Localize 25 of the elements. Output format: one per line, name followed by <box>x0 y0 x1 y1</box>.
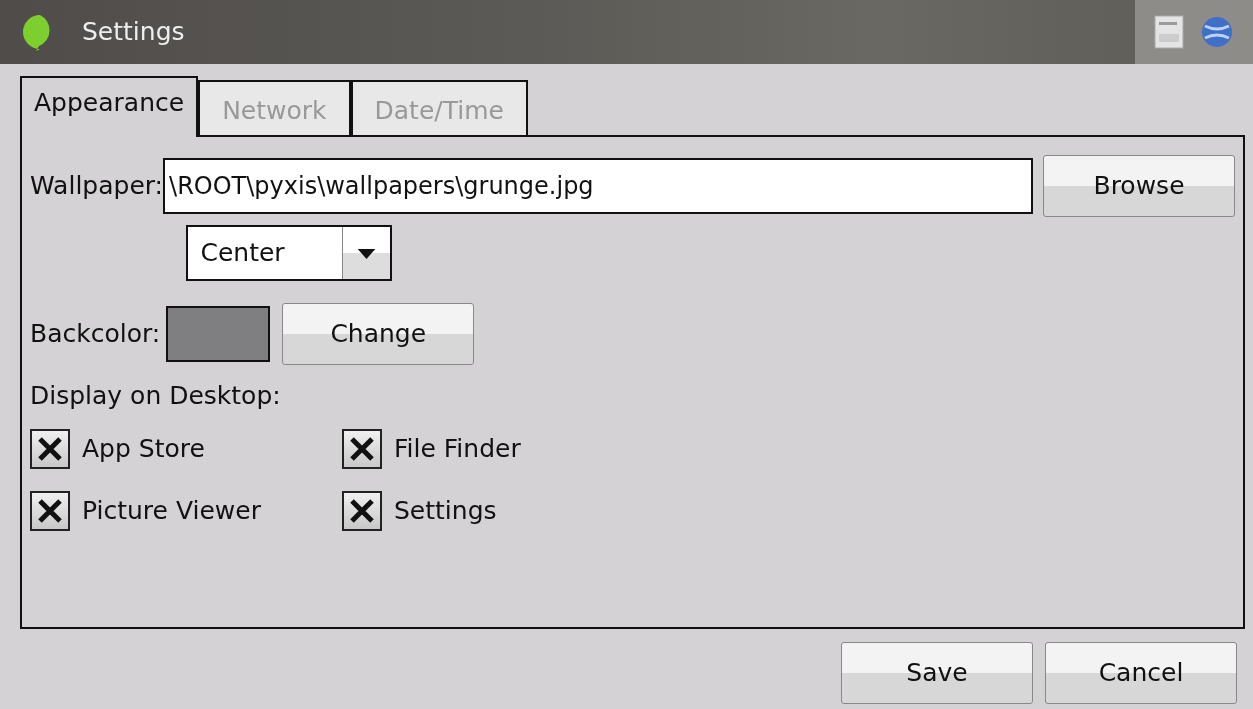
checkbox-label: App Store <box>82 432 205 465</box>
mode-dropdown[interactable]: Center <box>186 225 392 281</box>
save-button[interactable]: Save <box>841 642 1033 704</box>
checkbox[interactable] <box>342 490 382 531</box>
checkbox[interactable] <box>30 490 70 531</box>
cross-mark-icon <box>37 435 63 462</box>
checkbox-label: Settings <box>394 494 497 527</box>
globe-icon[interactable] <box>1199 14 1235 50</box>
cross-mark-icon <box>349 435 375 462</box>
cross-mark-icon <box>349 497 375 524</box>
field-label: Wallpaper: <box>30 170 164 203</box>
checkbox[interactable] <box>342 428 382 469</box>
checkbox-label: Picture Viewer <box>82 494 261 527</box>
field-label: Backcolor: <box>30 318 161 351</box>
section-label: Display on Desktop: <box>30 380 282 412</box>
cancel-button[interactable]: Cancel <box>1045 642 1237 704</box>
document-icon[interactable] <box>1153 12 1185 52</box>
checkbox-label: File Finder <box>394 432 521 465</box>
window-title: Settings <box>82 16 185 49</box>
tab[interactable]: Appearance <box>20 76 199 137</box>
browse-button[interactable]: Browse <box>1043 155 1235 217</box>
cross-mark-icon <box>37 497 63 524</box>
checkbox[interactable] <box>30 428 70 469</box>
change-button[interactable]: Change <box>282 303 475 365</box>
wallpaper-path-field[interactable]: \ROOT\pyxis\wallpapers\grunge.jpg <box>163 158 1033 214</box>
